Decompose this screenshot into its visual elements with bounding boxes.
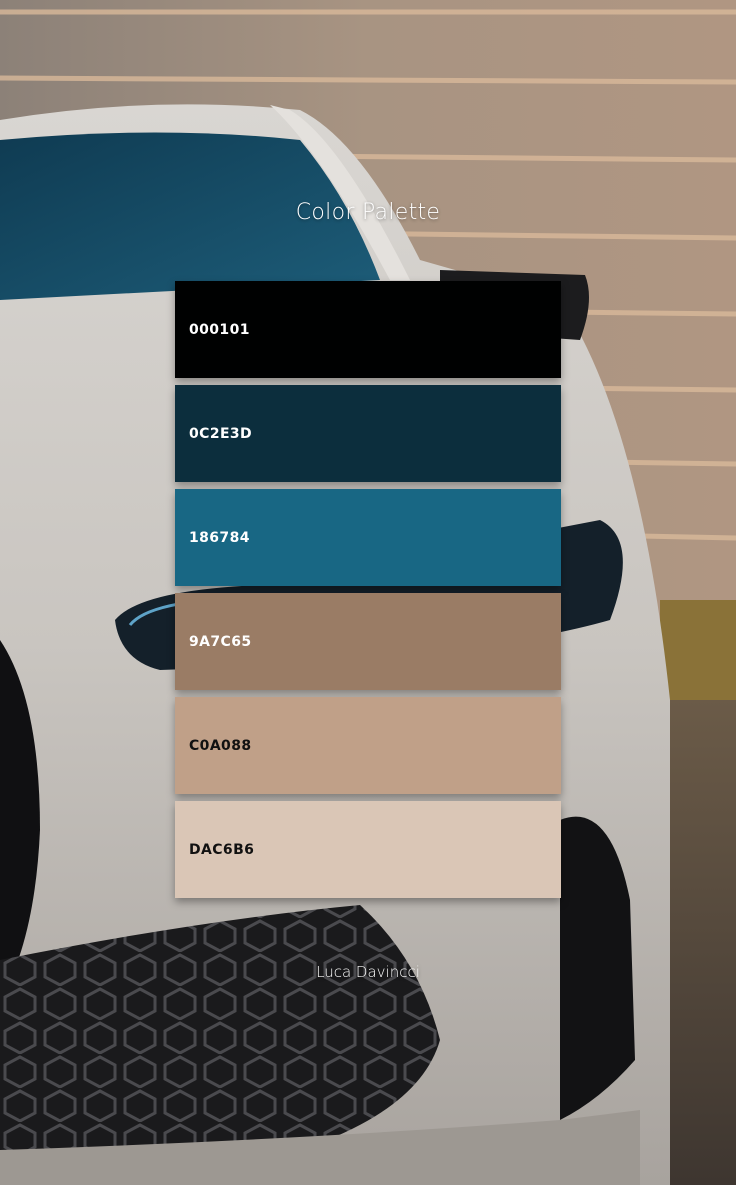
color-swatch[interactable]: 186784 bbox=[175, 489, 561, 586]
color-hex-code: C0A088 bbox=[189, 737, 252, 754]
color-hex-code: 000101 bbox=[189, 321, 250, 338]
color-hex-code: 0C2E3D bbox=[189, 425, 253, 442]
color-hex-code: 186784 bbox=[189, 529, 250, 546]
page-title: Color Palette bbox=[295, 200, 441, 225]
color-hex-code: 9A7C65 bbox=[189, 633, 252, 650]
color-swatch-list: 000101 0C2E3D 186784 9A7C65 C0A088 DAC6B… bbox=[175, 281, 561, 905]
author-credit: Luca Davincci bbox=[316, 963, 420, 981]
color-swatch[interactable]: 0C2E3D bbox=[175, 385, 561, 482]
color-swatch[interactable]: 000101 bbox=[175, 281, 561, 378]
color-swatch[interactable]: C0A088 bbox=[175, 697, 561, 794]
color-swatch[interactable]: DAC6B6 bbox=[175, 801, 561, 898]
color-hex-code: DAC6B6 bbox=[189, 841, 255, 858]
color-swatch[interactable]: 9A7C65 bbox=[175, 593, 561, 690]
